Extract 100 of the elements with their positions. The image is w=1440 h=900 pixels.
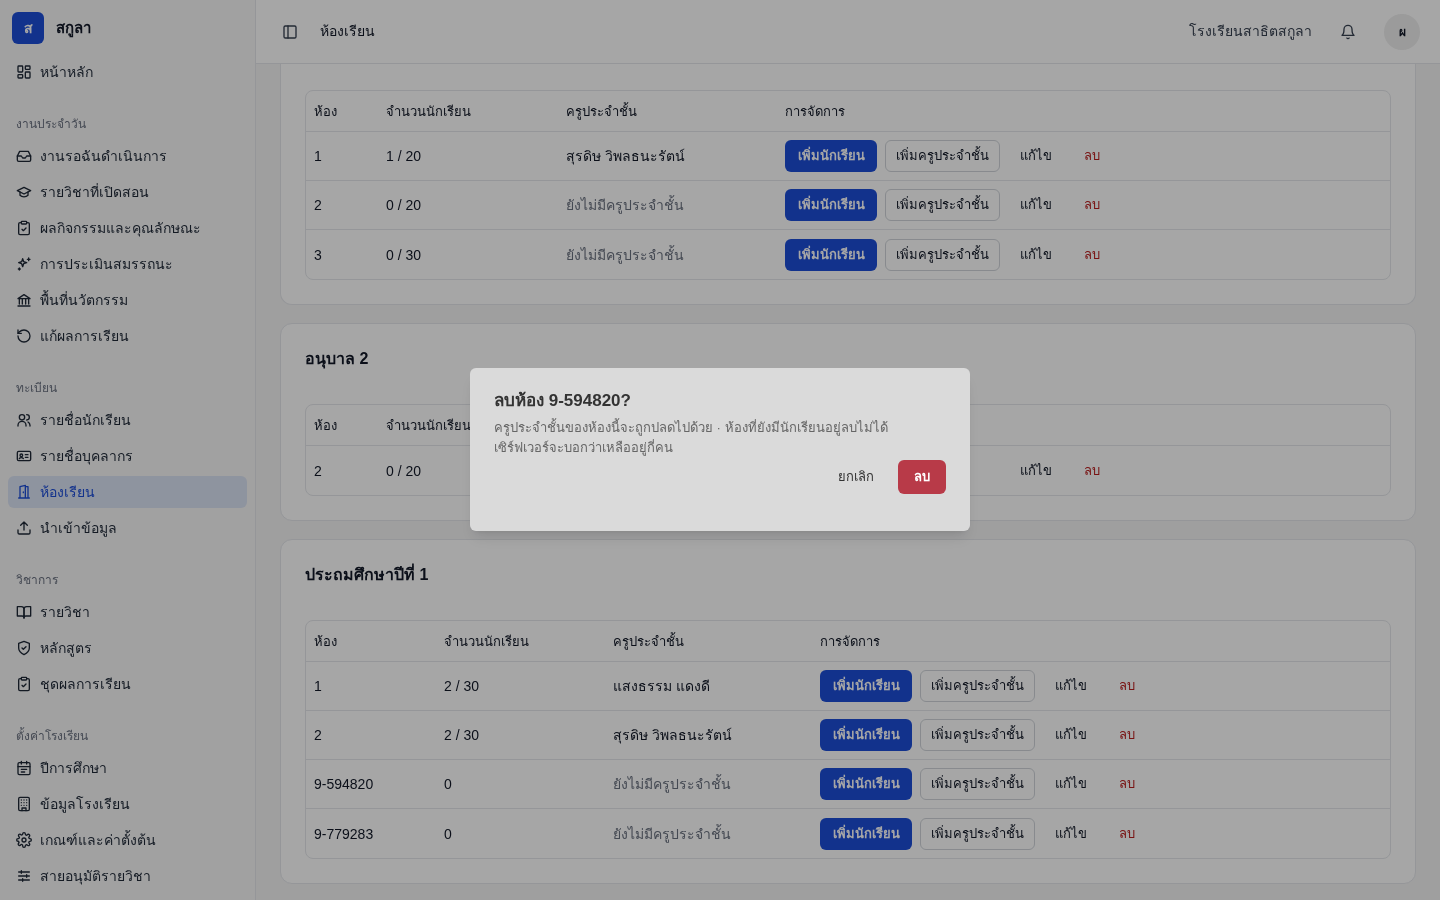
column-header: การจัดการ (820, 634, 880, 649)
sidebar-item[interactable]: ข้อมูลโรงเรียน (8, 788, 247, 820)
column-header: ห้อง (314, 634, 337, 649)
group-heading: ตั้งค่าโรงเรียน (15, 726, 89, 745)
sidebar-item[interactable]: สายอนุมัติรายวิชา (8, 860, 247, 892)
logo-badge: ส (12, 12, 44, 44)
table-cell: 0 / 20 (386, 197, 422, 213)
column-header: ห้อง (314, 418, 337, 433)
sliders-icon (16, 868, 32, 884)
bank-icon (16, 292, 32, 308)
section-title: ประถมศึกษาปีที่ 1 (305, 562, 1391, 588)
avatar[interactable]: ผ (1384, 13, 1420, 50)
table-cell: ยังไม่มีครูประจำชั้น (566, 197, 684, 213)
group-heading: ทะเบียน (15, 380, 58, 397)
table-cell: 9-594820 (314, 776, 374, 792)
clipboard-check-icon (16, 220, 32, 236)
table-cell: 1 (314, 148, 322, 164)
add-teacher-button[interactable]: เพิ่มครูประจำชั้น (885, 140, 1000, 172)
delete-link[interactable]: ลบ (1072, 460, 1112, 481)
edit-link[interactable]: แก้ไข (1008, 195, 1064, 215)
bell-icon (1340, 23, 1356, 40)
add-teacher-button[interactable]: เพิ่มครูประจำชั้น (885, 189, 1000, 221)
confirm-delete-button[interactable]: ลบ (898, 459, 946, 494)
school-name: โรงเรียนสาธิตสกูลา (1189, 22, 1312, 42)
edit-link[interactable]: แก้ไข (1043, 725, 1099, 745)
add-student-button[interactable]: เพิ่มนักเรียน (785, 189, 877, 221)
delete-link[interactable]: ลบ (1107, 774, 1147, 794)
cancel-button[interactable]: ยกเลิก (838, 466, 874, 487)
table-cell: 3 (314, 246, 322, 263)
delete-link[interactable]: ลบ (1072, 244, 1112, 265)
calendar-icon (16, 760, 32, 776)
column-header: ครูประจำชั้น (613, 634, 684, 649)
table-cell: สุรดิษ วิพลธนะรัตน์ (613, 727, 732, 743)
sidebar-item[interactable]: ห้องเรียน (8, 476, 247, 508)
table-cell: 0 / 30 (386, 246, 422, 263)
add-student-button[interactable]: เพิ่มนักเรียน (820, 670, 912, 702)
table-cell: 0 / 20 (386, 462, 422, 479)
sidebar-item[interactable]: งานรอฉันดำเนินการ (8, 140, 247, 172)
building-icon (16, 796, 32, 812)
sidebar-item[interactable]: นำเข้าข้อมูล (8, 512, 247, 544)
add-teacher-button[interactable]: เพิ่มครูประจำชั้น (885, 238, 1000, 271)
panel-icon (282, 23, 298, 40)
column-header: ห้อง (314, 104, 337, 119)
table-cell: 2 (314, 727, 322, 743)
delete-link[interactable]: ลบ (1072, 146, 1112, 166)
sidebar-item[interactable]: ผลกิจกรรมและคุณลักษณะ (8, 212, 247, 244)
app-name: สกูลา (56, 17, 91, 40)
table-cell: 2 (314, 197, 322, 213)
group-heading: วิชาการ (15, 572, 59, 589)
column-header: จำนวนนักเรียน (386, 104, 471, 119)
page-title: ห้องเรียน (320, 22, 375, 41)
sidebar-item[interactable]: ปีการศึกษา (8, 752, 247, 784)
sidebar-item[interactable]: แก้ผลการเรียน (8, 320, 247, 352)
delete-link[interactable]: ลบ (1072, 195, 1112, 215)
add-student-button[interactable]: เพิ่มนักเรียน (820, 817, 912, 850)
table-cell: 2 / 30 (444, 727, 480, 743)
group-heading: งานประจำวัน (15, 116, 87, 133)
table-cell: 2 (314, 462, 322, 479)
table-cell: แสงธรรม แดงดี (613, 678, 710, 694)
sidebar-item[interactable]: รายชื่อบุคลากร (8, 440, 247, 472)
add-student-button[interactable]: เพิ่มนักเรียน (785, 238, 877, 271)
table-cell: ยังไม่มีครูประจำชั้น (613, 776, 731, 792)
edit-link[interactable]: แก้ไข (1043, 823, 1099, 844)
edit-link[interactable]: แก้ไข (1043, 676, 1099, 696)
add-student-button[interactable]: เพิ่มนักเรียน (820, 719, 912, 751)
edit-link[interactable]: แก้ไข (1008, 244, 1064, 265)
delete-link[interactable]: ลบ (1107, 725, 1147, 745)
sidebar-item[interactable]: การประเมินสมรรถนะ (8, 248, 247, 280)
sidebar-item[interactable]: รายวิชา (8, 596, 247, 628)
edit-link[interactable]: แก้ไข (1008, 146, 1064, 166)
sidebar-item[interactable]: รายชื่อนักเรียน (8, 404, 247, 436)
section-title: อนุบาล 2 (305, 349, 370, 371)
add-teacher-button[interactable]: เพิ่มครูประจำชั้น (920, 817, 1035, 850)
door-icon (16, 484, 32, 500)
sidebar-item[interactable]: หน้าหลัก (8, 56, 247, 88)
inbox-icon (16, 148, 32, 164)
dialog-message: ครูประจำชั้นของห้องนี้จะถูกปลดไปด้วย · ห้องที่ยังมีนักเรียนอยู่ลบไม่ได้ เซิร์ฟเวอร์จะบอกว่าเหลืออยู่กี่คน (494, 417, 889, 458)
delete-link[interactable]: ลบ (1107, 823, 1147, 844)
upload-icon (16, 520, 32, 536)
book-icon (16, 604, 32, 620)
settings-icon (16, 832, 32, 848)
sidebar-item[interactable]: พื้นที่นวัตกรรม (8, 284, 247, 316)
add-teacher-button[interactable]: เพิ่มครูประจำชั้น (920, 768, 1035, 800)
sidebar-item[interactable]: เกณฑ์และค่าตั้งต้น (8, 824, 247, 856)
add-student-button[interactable]: เพิ่มนักเรียน (820, 768, 912, 800)
sidebar-item[interactable]: รายวิชาที่เปิดสอน (8, 176, 247, 208)
graduation-cap-icon (16, 184, 32, 200)
rotate-icon (16, 328, 32, 344)
column-header: จำนวนนักเรียน (386, 418, 471, 433)
delete-link[interactable]: ลบ (1107, 676, 1147, 696)
edit-link[interactable]: แก้ไข (1043, 774, 1099, 794)
add-teacher-button[interactable]: เพิ่มครูประจำชั้น (920, 719, 1035, 751)
clipboard-check-icon (16, 676, 32, 692)
sidebar-item[interactable]: ชุดผลการเรียน (8, 668, 247, 700)
table-cell: ยังไม่มีครูประจำชั้น (566, 246, 684, 263)
add-teacher-button[interactable]: เพิ่มครูประจำชั้น (920, 670, 1035, 702)
edit-link[interactable]: แก้ไข (1008, 460, 1064, 481)
table-cell: 1 / 20 (386, 148, 422, 164)
sidebar-item[interactable]: หลักสูตร (8, 632, 247, 664)
add-student-button[interactable]: เพิ่มนักเรียน (785, 140, 877, 172)
